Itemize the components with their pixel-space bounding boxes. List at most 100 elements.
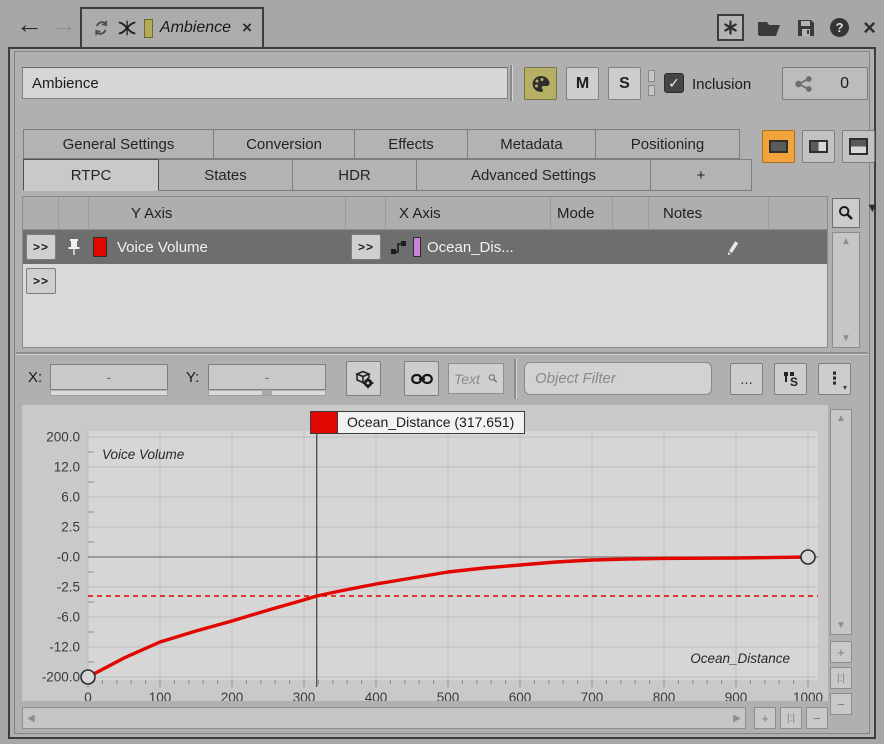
zoom-out-horizontal-button[interactable]: − xyxy=(806,707,828,729)
legend-label: Ocean_Distance (317.651) xyxy=(338,412,524,433)
view-split-vertical-button[interactable] xyxy=(802,130,835,163)
tab-positioning[interactable]: Positioning xyxy=(595,129,740,159)
x-coord-label: X: xyxy=(28,369,42,386)
mute-button[interactable]: M xyxy=(566,67,599,100)
svg-text:600: 600 xyxy=(509,690,532,701)
table-search-button[interactable] xyxy=(832,198,860,228)
scroll-left-icon[interactable]: ◀ xyxy=(27,713,35,724)
open-folder-icon[interactable] xyxy=(758,18,782,38)
svg-text:1000: 1000 xyxy=(793,690,823,701)
view-single-pane-button[interactable] xyxy=(762,130,795,163)
menu-button[interactable]: ⋮ ▾ xyxy=(818,363,851,395)
svg-text:0: 0 xyxy=(84,690,92,701)
svg-text:-12.0: -12.0 xyxy=(49,640,80,655)
chart-vertical-scrollbar[interactable]: ▲ ▼ xyxy=(830,409,852,635)
tab-metadata[interactable]: Metadata xyxy=(467,129,596,159)
x-coord-field[interactable]: - xyxy=(50,364,168,390)
tab-conversion[interactable]: Conversion xyxy=(213,129,355,159)
scroll-up-icon[interactable]: ▲ xyxy=(836,413,846,424)
rtpc-curve-editor[interactable]: 01002003004005006007008009001000200.012.… xyxy=(22,405,828,701)
object-filter-field[interactable] xyxy=(524,362,712,395)
save-icon[interactable] xyxy=(796,18,816,38)
tab-add[interactable]: + xyxy=(650,159,752,191)
add-rtpc-button[interactable]: >> xyxy=(26,268,56,294)
inclusion-checkbox[interactable]: ✓ xyxy=(664,73,684,93)
curve-chart[interactable]: 01002003004005006007008009001000200.012.… xyxy=(22,405,828,701)
single-pane-icon xyxy=(769,140,788,153)
table-scrollbar[interactable]: ▲ ▼ xyxy=(832,232,860,348)
expand-x-button[interactable]: >> xyxy=(351,234,381,260)
y-coord-slider[interactable] xyxy=(208,391,326,396)
text-search-input[interactable] xyxy=(454,371,488,387)
header-notes[interactable]: Notes xyxy=(649,197,769,229)
back-arrow-icon[interactable]: ← xyxy=(16,9,43,39)
link-button[interactable] xyxy=(404,361,439,396)
follow-object-button[interactable] xyxy=(346,361,381,396)
table-filter-icon[interactable]: ▼ xyxy=(866,200,879,215)
document-tab[interactable]: Ambience × xyxy=(80,7,264,47)
link-icon xyxy=(411,373,433,385)
help-icon[interactable]: ? xyxy=(830,18,849,37)
y-coord-field[interactable]: - xyxy=(208,364,326,390)
pane-splitter[interactable] xyxy=(16,352,868,354)
curve-s-icon: S xyxy=(782,370,800,388)
x-coord-slider[interactable] xyxy=(50,391,168,396)
tab-advanced-settings[interactable]: Advanced Settings xyxy=(416,159,651,191)
forward-arrow-icon[interactable]: → xyxy=(50,9,77,39)
tab-states[interactable]: States xyxy=(158,159,293,191)
crossfade-icon xyxy=(117,19,137,37)
zoom-fit-vertical-button[interactable]: |:| xyxy=(830,667,852,689)
scroll-up-icon[interactable]: ▲ xyxy=(841,236,851,247)
object-color-swatch xyxy=(144,19,152,38)
x-param-name: Ocean_Dis... xyxy=(427,239,514,256)
y-param-swatch xyxy=(93,237,107,257)
color-picker-button[interactable] xyxy=(524,67,557,100)
zoom-fit-horizontal-button[interactable]: |:| xyxy=(780,707,802,729)
solo-button[interactable]: S xyxy=(608,67,641,100)
header-mode[interactable]: Mode xyxy=(551,197,613,229)
tab-title: Ambience xyxy=(160,19,231,37)
inclusion-label: Inclusion xyxy=(692,76,751,93)
scroll-right-icon[interactable]: ▶ xyxy=(733,713,741,724)
tab-rtpc[interactable]: RTPC xyxy=(23,159,159,191)
splitter-grip[interactable] xyxy=(648,70,655,96)
header-x-axis[interactable]: X Axis xyxy=(386,197,551,229)
zoom-in-vertical-button[interactable]: + xyxy=(830,641,852,663)
svg-text:2.5: 2.5 xyxy=(61,520,80,535)
svg-text:S: S xyxy=(790,375,798,388)
more-options-button[interactable]: ... xyxy=(730,363,763,395)
divider xyxy=(510,65,512,101)
text-search-field[interactable] xyxy=(448,363,504,394)
keep-open-button[interactable] xyxy=(717,14,744,41)
header-y-axis[interactable]: Y Axis xyxy=(89,197,346,229)
tab-close-icon[interactable]: × xyxy=(242,18,252,38)
rtpc-row-voice-volume[interactable]: >> Voice Volume >> xyxy=(23,230,827,264)
rtpc-row-empty[interactable]: >> xyxy=(23,264,827,298)
zoom-out-vertical-button[interactable]: − xyxy=(830,693,852,715)
references-button[interactable]: 0 xyxy=(782,67,868,100)
window-close-icon[interactable]: × xyxy=(863,18,876,38)
tab-hdr[interactable]: HDR xyxy=(292,159,417,191)
pin-icon[interactable] xyxy=(66,238,82,256)
chart-horizontal-scrollbar[interactable]: ◀ ▶ xyxy=(22,707,746,729)
object-gear-icon xyxy=(354,369,374,389)
expand-y-button[interactable]: >> xyxy=(26,234,56,260)
svg-text:500: 500 xyxy=(437,690,460,701)
kebab-menu-icon: ⋮ xyxy=(826,369,843,389)
view-split-horizontal-button[interactable] xyxy=(842,130,875,163)
y-param-name: Voice Volume xyxy=(117,239,208,256)
tab-effects[interactable]: Effects xyxy=(354,129,468,159)
tab-general-settings[interactable]: General Settings xyxy=(23,129,214,159)
split-vertical-icon xyxy=(809,140,828,153)
edit-notes-pencil-icon[interactable] xyxy=(724,238,740,256)
show-bindings-button[interactable]: S xyxy=(774,363,807,395)
zoom-in-horizontal-button[interactable]: + xyxy=(754,707,776,729)
svg-text:700: 700 xyxy=(581,690,604,701)
sync-recycle-icon xyxy=(92,18,110,38)
scroll-down-icon[interactable]: ▼ xyxy=(836,620,846,631)
object-filter-input[interactable] xyxy=(535,370,734,387)
primary-tab-bar: General Settings Conversion Effects Meta… xyxy=(24,129,740,159)
share-references-icon xyxy=(795,76,813,92)
scroll-down-icon[interactable]: ▼ xyxy=(841,333,851,344)
object-name-input[interactable] xyxy=(22,67,508,99)
